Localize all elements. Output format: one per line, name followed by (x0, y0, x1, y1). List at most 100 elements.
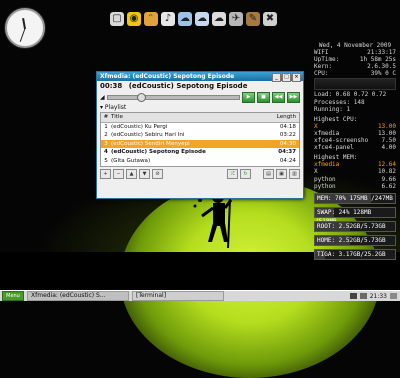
conky-stat: WIFI 21:33:17 (314, 49, 396, 56)
column-number-header[interactable]: # (101, 113, 111, 122)
network-icon[interactable]: ☁ (178, 12, 192, 26)
move-down-button[interactable]: ▼ (139, 169, 150, 180)
gimp-icon[interactable]: ✎ (246, 12, 260, 26)
track-title: (edCoustic) Sebiru Hari Ini (111, 132, 185, 139)
cpu-process-key: xfce4-panel (314, 144, 354, 152)
tools-icon[interactable]: ✖ (263, 12, 277, 26)
seek-slider[interactable] (106, 93, 240, 102)
cpu-graph (314, 78, 396, 91)
cpu-process-key: xfce4-screensho (314, 137, 369, 145)
playlist-header: # Title Length (101, 113, 299, 123)
repeat-button[interactable]: ↻ (240, 169, 251, 180)
remove-track-button[interactable]: − (113, 169, 124, 180)
conky-stat-key: WIFI (314, 49, 329, 57)
usage-bar-label: ROOT: 2.52GB/5.73GB (317, 222, 386, 230)
cpu-process-key: xfmedia (314, 129, 340, 137)
cpu-process-value: 7.50 (381, 137, 396, 145)
new-playlist-button[interactable]: ▤ (263, 169, 274, 180)
conky-stat-value: 39% 0 C (370, 70, 396, 78)
cpu-process: X 13.00 (314, 123, 396, 130)
playlist-table[interactable]: # Title Length 1 (edCoustic) Ku Pergi 04:1… (100, 112, 300, 167)
track-number: 2 (104, 132, 108, 139)
volume-icon[interactable]: ◢ (100, 94, 105, 101)
conky-running: Running: 1 (314, 105, 351, 113)
bird-icon[interactable]: ✈ (229, 12, 243, 26)
track-length: 04:30 (279, 140, 296, 147)
analog-clock-widget[interactable] (5, 8, 45, 48)
track-number: 3 (104, 140, 108, 147)
track-title: (edCoustic) Ku Pergi (111, 123, 168, 130)
play-button[interactable]: ▶ (242, 92, 255, 103)
track-title: (edCoustic) Sendiri Menyepi (111, 140, 190, 147)
network-icon[interactable]: ☁ (195, 12, 209, 26)
clear-playlist-button[interactable]: ⊘ (152, 169, 163, 180)
xfmedia-window[interactable]: Xfmedia: (edCoustic) Sepotong Episode _ … (96, 71, 304, 199)
save-playlist-button[interactable]: ▥ (289, 169, 300, 180)
playlist-row[interactable]: 3 (edCoustic) Sendiri Menyepi 04:30 (101, 139, 299, 149)
track-number: 5 (104, 157, 108, 164)
window-titlebar[interactable]: Xfmedia: (edCoustic) Sepotong Episode _ … (97, 72, 303, 82)
cpu-process: xfce4-screensho 7.50 (314, 137, 396, 144)
mem-process-value: 10.82 (377, 168, 396, 176)
conky-stat: UpTime: 1h 58m 25s (314, 56, 396, 63)
taskbar-clock[interactable]: 21:33 (370, 293, 387, 300)
open-playlist-button[interactable]: ▣ (276, 169, 287, 180)
conky-stat: CPU: 39% 0 C (314, 70, 396, 77)
stop-button[interactable]: ■ (257, 92, 270, 103)
minimize-button[interactable]: _ (272, 73, 281, 82)
window-title: Xfmedia: (edCoustic) Sepotong Episode (100, 73, 235, 80)
playlist-row[interactable]: 5 (Gita Gutawa) 04:24 (101, 157, 299, 166)
elapsed-time: 00:38 (100, 82, 123, 90)
conky-system-monitor: Wed, 4 November 2009 WIFI 21:33:17 UpTime:… (314, 42, 396, 263)
conky-stat-value: 2.6.30.5 (367, 63, 396, 71)
tray-icon[interactable] (349, 293, 357, 299)
chat-icon[interactable]: ◉ (127, 12, 141, 26)
previous-button[interactable]: ◀◀ (272, 92, 285, 103)
highest-mem-header: Highest MEM: (314, 154, 358, 162)
now-playing-track: (edCoustic) Sepotong Episode (128, 82, 248, 90)
column-length-header[interactable]: Length (268, 113, 299, 122)
terminal-icon[interactable]: ▢ (110, 12, 124, 26)
tray-icon[interactable] (359, 293, 367, 299)
mem-process-value: 6.62 (381, 182, 396, 190)
usage-bar: SWAP: 24% 128MB /518MB (314, 206, 396, 225)
conky-load: Load: 0.68 0.72 0.72 (314, 91, 387, 99)
cat-icon[interactable]: ᵔ (144, 12, 158, 26)
shuffle-button[interactable]: ⤮ (227, 169, 238, 180)
maximize-button[interactable]: □ (282, 73, 291, 82)
mem-process-key: python (314, 175, 336, 183)
close-button[interactable]: × (292, 73, 301, 82)
top-dock: ▢ ◉ ᵔ ♪ ☁ ☁ ☁ ✈ ✎ ✖ (110, 8, 294, 30)
playlist-row[interactable]: 2 (edCoustic) Sebiru Hari Ini 03:22 (101, 131, 299, 140)
cpu-process: xfce4-panel 4.00 (314, 144, 396, 151)
add-track-button[interactable]: + (100, 169, 111, 180)
seek-slider-knob[interactable] (136, 93, 146, 102)
column-title-header[interactable]: Title (111, 113, 268, 122)
cpu-process: xfmedia 13.00 (314, 130, 396, 137)
move-up-button[interactable]: ▲ (126, 169, 137, 180)
usage-bar: HOME: 2.52GB/5.73GB (314, 234, 396, 246)
network-icon[interactable]: ☁ (212, 12, 226, 26)
track-length: 04:37 (278, 149, 296, 156)
playlist-toggle[interactable]: ▾ Playlist (97, 103, 303, 112)
playlist-row[interactable]: 1 (edCoustic) Ku Pergi 04:18 (101, 123, 299, 132)
track-length: 04:18 (279, 123, 296, 130)
cpu-process-value: 4.00 (381, 144, 396, 152)
mem-process: xfmedia 12.64 (314, 161, 396, 168)
track-length: 04:24 (279, 157, 296, 164)
mem-process: X 10.82 (314, 168, 396, 175)
cpu-process-key: X (314, 122, 318, 130)
track-title: (Gita Gutawa) (111, 157, 151, 164)
media-icon[interactable]: ♪ (161, 12, 175, 26)
usage-bar-label: TIGA: 3.17GB/25.2GB (317, 250, 386, 258)
mem-process-key: xfmedia (314, 161, 340, 169)
next-button[interactable]: ▶▶ (287, 92, 300, 103)
conky-processes: Processes: 148 (314, 98, 365, 106)
playlist-row[interactable]: 4 (edCoustic) Sepotong Episode 04:37 (101, 148, 299, 157)
conky-stat-value: 1h 58m 25s (359, 56, 396, 64)
cpu-process-value: 13.00 (377, 122, 396, 130)
show-desktop-icon[interactable] (390, 293, 397, 299)
conky-date: Wed, 4 November 2009 (318, 42, 392, 49)
usage-bar: MEM: 70% 175MB /247MB (314, 192, 396, 204)
playlist-controls: + − ▲ ▼ ⊘ ⤮ ↻ ▤ ▣ ▥ (97, 167, 303, 180)
